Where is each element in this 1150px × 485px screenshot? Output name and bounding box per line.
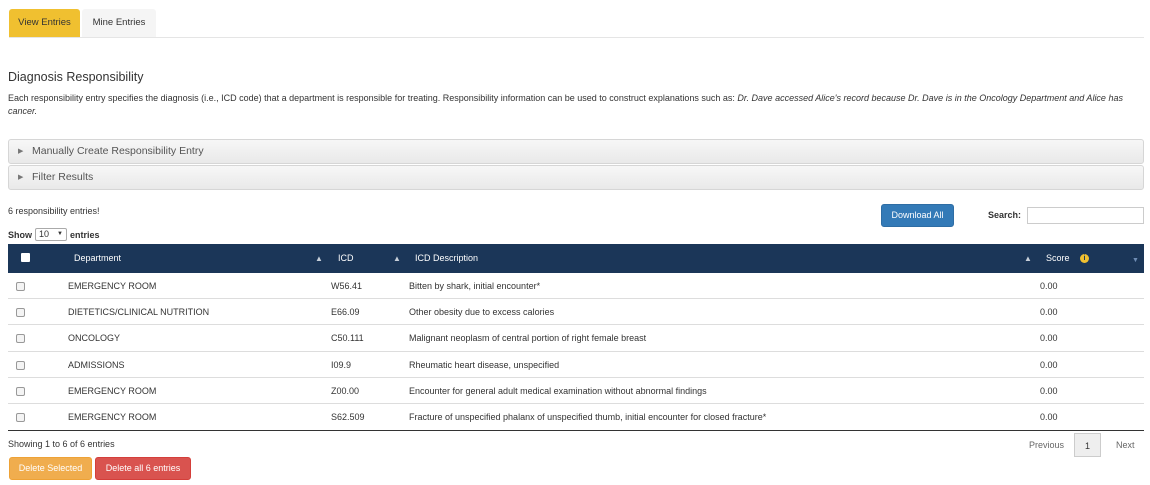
row-checkbox[interactable] xyxy=(16,308,25,318)
table-row[interactable]: DIETETICS/CLINICAL NUTRITION E66.09 Othe… xyxy=(8,299,1144,326)
filter-results-accordion[interactable]: ▶ Filter Results xyxy=(8,165,1144,190)
cell-department: EMERGENCY ROOM xyxy=(68,411,157,422)
chevron-down-icon: ▼ xyxy=(57,231,63,237)
cell-department: ADMISSIONS xyxy=(68,359,125,370)
cell-icd: C50.111 xyxy=(331,333,364,344)
caret-right-icon: ▶ xyxy=(18,148,24,155)
search-label: Search: xyxy=(988,210,1022,220)
cell-description: Rheumatic heart disease, unspecified xyxy=(409,359,560,370)
create-entry-accordion[interactable]: ▶ Manually Create Responsibility Entry xyxy=(8,139,1144,164)
header-icd-description[interactable]: ICD Description xyxy=(415,244,478,273)
cell-score: 0.00 xyxy=(1040,333,1058,344)
search-input[interactable] xyxy=(1027,207,1144,224)
header-icd[interactable]: ICD xyxy=(338,244,354,273)
page-length-value: 10 xyxy=(39,229,50,239)
header-department[interactable]: Department xyxy=(74,244,121,273)
cell-score: 0.00 xyxy=(1040,359,1058,370)
table-header: Department ▲︎ ICD ▲︎ ICD Description ▲︎ … xyxy=(8,244,1144,273)
cell-department: EMERGENCY ROOM xyxy=(68,281,157,291)
header-score[interactable]: Score xyxy=(1046,244,1070,273)
table-row[interactable]: ADMISSIONS I09.9 Rheumatic heart disease… xyxy=(8,352,1144,378)
cell-department: ONCOLOGY xyxy=(68,333,121,344)
tab-view-entries[interactable]: View Entries xyxy=(9,9,80,37)
create-entry-label: Manually Create Responsibility Entry xyxy=(32,145,204,157)
responsibility-table: Department ▲︎ ICD ▲︎ ICD Description ▲︎ … xyxy=(8,244,1144,432)
row-checkbox[interactable] xyxy=(16,282,25,291)
cell-description: Encounter for general adult medical exam… xyxy=(409,385,707,396)
table-row[interactable]: EMERGENCY ROOM S62.509 Fracture of unspe… xyxy=(8,404,1144,430)
sort-arrows-icon[interactable]: ▲︎ xyxy=(315,244,323,273)
page-title: Diagnosis Responsibility xyxy=(8,70,144,84)
cell-department: DIETETICS/CLINICAL NUTRITION xyxy=(68,307,210,318)
download-all-button[interactable]: Download All xyxy=(881,204,954,227)
cell-score: 0.00 xyxy=(1040,385,1058,396)
previous-page-button[interactable]: Previous xyxy=(1022,433,1074,457)
cell-score: 0.00 xyxy=(1040,281,1058,291)
cell-icd: W56.41 xyxy=(331,281,363,291)
cell-description: Bitten by shark, initial encounter* xyxy=(409,281,541,291)
tab-bar: View Entries Mine Entries xyxy=(9,9,1144,38)
row-checkbox[interactable] xyxy=(16,360,25,370)
showing-info: Showing 1 to 6 of 6 entries xyxy=(8,439,115,449)
show-label: Show xyxy=(8,229,32,240)
pagination: Previous 1 Next xyxy=(1022,433,1145,457)
cell-icd: E66.09 xyxy=(331,307,360,318)
sort-arrows-icon[interactable]: ▲︎ xyxy=(393,244,401,273)
delete-selected-button[interactable]: Delete Selected xyxy=(9,457,92,480)
row-checkbox[interactable] xyxy=(16,386,25,396)
cell-description: Malignant neoplasm of central portion of… xyxy=(409,333,647,344)
table-bottom-border xyxy=(8,430,1144,432)
cell-score: 0.00 xyxy=(1040,307,1058,318)
sort-arrows-icon[interactable]: ▲︎ xyxy=(1024,244,1032,273)
delete-all-button[interactable]: Delete all 6 entries xyxy=(95,457,191,480)
page-length-select[interactable]: 10 ▼ xyxy=(35,228,67,241)
cell-department: EMERGENCY ROOM xyxy=(68,385,157,396)
info-circle-icon[interactable]: i xyxy=(1080,254,1089,263)
tab-mine-entries[interactable]: Mine Entries xyxy=(82,9,156,37)
entry-count: 6 responsibility entries! xyxy=(8,206,100,216)
row-checkbox[interactable] xyxy=(16,334,25,344)
caret-right-icon: ▶ xyxy=(18,174,24,181)
page-length-control: Show 10 ▼ entries xyxy=(8,228,100,241)
cell-description: Other obesity due to excess calories xyxy=(409,307,555,318)
cell-icd: Z00.00 xyxy=(331,385,360,396)
page-description: Each responsibility entry specifies the … xyxy=(8,92,1140,117)
sort-desc-icon: ▼ xyxy=(1132,257,1139,264)
next-page-button[interactable]: Next xyxy=(1101,433,1145,457)
select-all-checkbox[interactable] xyxy=(21,253,30,262)
table-row[interactable]: ONCOLOGY C50.111 Malignant neoplasm of c… xyxy=(8,325,1144,352)
table-row[interactable]: EMERGENCY ROOM Z00.00 Encounter for gene… xyxy=(8,378,1144,404)
page-1-button[interactable]: 1 xyxy=(1074,433,1102,457)
table-row[interactable]: EMERGENCY ROOM W56.41 Bitten by shark, i… xyxy=(8,273,1144,300)
cell-description: Fracture of unspecified phalanx of unspe… xyxy=(409,411,767,422)
cell-score: 0.00 xyxy=(1040,411,1058,422)
row-checkbox[interactable] xyxy=(16,412,25,422)
cell-icd: S62.509 xyxy=(331,411,365,422)
entries-label: entries xyxy=(70,229,100,240)
filter-results-label: Filter Results xyxy=(32,171,94,183)
cell-icd: I09.9 xyxy=(331,359,352,370)
description-text: Each responsibility entry specifies the … xyxy=(8,93,738,103)
